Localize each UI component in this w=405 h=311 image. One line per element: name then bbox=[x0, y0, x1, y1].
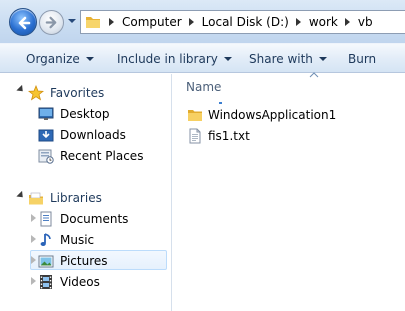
recent-places-icon bbox=[38, 149, 54, 164]
burn-button[interactable]: Burn bbox=[348, 50, 376, 68]
breadcrumb-separator-icon[interactable] bbox=[344, 18, 350, 26]
file-row-folder[interactable]: WindowsApplication1 bbox=[187, 106, 336, 124]
navigation-pane: Favorites Desktop Downloads Recent Place… bbox=[0, 74, 172, 311]
breadcrumb-local-disk[interactable]: Local Disk (D:) bbox=[202, 15, 289, 29]
organize-button[interactable]: Organize bbox=[26, 50, 94, 68]
include-in-library-label: Include in library bbox=[117, 52, 218, 66]
breadcrumb-separator-icon[interactable] bbox=[295, 18, 301, 26]
recent-pages-chevron-icon[interactable] bbox=[67, 16, 77, 26]
text-file-icon bbox=[189, 128, 201, 144]
chevron-down-icon bbox=[85, 57, 94, 61]
nav-item-label: Desktop bbox=[60, 107, 110, 121]
column-header-name[interactable]: Name bbox=[186, 80, 221, 94]
nav-favorites[interactable]: Favorites bbox=[28, 83, 104, 103]
command-bar: Organize Include in library Share with B… bbox=[0, 43, 405, 73]
nav-item-label: Pictures bbox=[60, 254, 108, 268]
forward-button[interactable] bbox=[39, 10, 64, 35]
breadcrumb-separator-icon[interactable] bbox=[109, 18, 114, 26]
documents-icon bbox=[40, 211, 52, 227]
expand-pictures-icon[interactable] bbox=[31, 256, 36, 264]
breadcrumb-separator-icon[interactable] bbox=[188, 18, 194, 26]
address-bar[interactable]: Computer Local Disk (D:) work vb bbox=[80, 10, 405, 34]
expand-videos-icon[interactable] bbox=[31, 277, 36, 285]
sort-ascending-icon bbox=[309, 72, 319, 78]
arrow-right-icon bbox=[45, 16, 57, 29]
back-button[interactable] bbox=[9, 8, 37, 36]
breadcrumb-work[interactable]: work bbox=[309, 15, 338, 29]
share-with-button[interactable]: Share with bbox=[249, 50, 327, 68]
nav-libraries-label: Libraries bbox=[50, 191, 102, 205]
burn-label: Burn bbox=[348, 52, 377, 66]
nav-item-videos[interactable]: Videos bbox=[38, 272, 100, 292]
folder-icon bbox=[86, 17, 100, 28]
expand-documents-icon[interactable] bbox=[31, 214, 36, 222]
film-strip-icon bbox=[40, 275, 52, 289]
chevron-down-icon bbox=[318, 57, 327, 61]
nav-item-recent-places[interactable]: Recent Places bbox=[38, 146, 143, 166]
organize-label: Organize bbox=[26, 52, 80, 66]
file-name: WindowsApplication1 bbox=[208, 108, 337, 122]
expand-favorites-icon[interactable] bbox=[16, 84, 26, 95]
breadcrumb: Computer Local Disk (D:) work vb bbox=[102, 15, 373, 29]
star-icon bbox=[28, 85, 44, 101]
nav-item-label: Downloads bbox=[60, 128, 126, 142]
breadcrumb-computer[interactable]: Computer bbox=[122, 15, 182, 29]
arrow-left-icon bbox=[18, 16, 31, 30]
nav-libraries[interactable]: Libraries bbox=[28, 188, 102, 208]
nav-favorites-label: Favorites bbox=[50, 86, 105, 100]
file-list: Name WindowsApplication1 fis1.txt bbox=[173, 72, 405, 311]
expand-music-icon[interactable] bbox=[31, 235, 36, 243]
nav-item-label: Documents bbox=[60, 212, 129, 226]
nav-item-label: Videos bbox=[60, 275, 100, 289]
include-in-library-button[interactable]: Include in library bbox=[117, 50, 232, 68]
music-note-icon bbox=[40, 233, 51, 246]
pictures-icon bbox=[38, 255, 54, 268]
focus-dot bbox=[219, 102, 222, 104]
nav-item-music[interactable]: Music bbox=[38, 230, 94, 250]
share-with-label: Share with bbox=[249, 52, 313, 66]
nav-item-label: Recent Places bbox=[60, 149, 144, 163]
downloads-icon bbox=[38, 129, 54, 142]
expand-libraries-icon[interactable] bbox=[16, 190, 26, 201]
nav-item-desktop[interactable]: Desktop bbox=[38, 104, 110, 124]
address-toolbar: Computer Local Disk (D:) work vb bbox=[0, 0, 405, 43]
file-name: fis1.txt bbox=[208, 129, 250, 143]
desktop-icon bbox=[38, 107, 54, 120]
folder-icon bbox=[188, 110, 202, 121]
nav-item-downloads[interactable]: Downloads bbox=[38, 125, 126, 145]
breadcrumb-vb[interactable]: vb bbox=[358, 15, 373, 29]
libraries-icon bbox=[29, 192, 43, 205]
file-row-text[interactable]: fis1.txt bbox=[187, 127, 250, 145]
nav-item-label: Music bbox=[60, 233, 95, 247]
chevron-down-icon bbox=[223, 57, 232, 61]
nav-item-pictures[interactable]: Pictures bbox=[38, 251, 108, 271]
nav-item-documents[interactable]: Documents bbox=[38, 209, 128, 229]
